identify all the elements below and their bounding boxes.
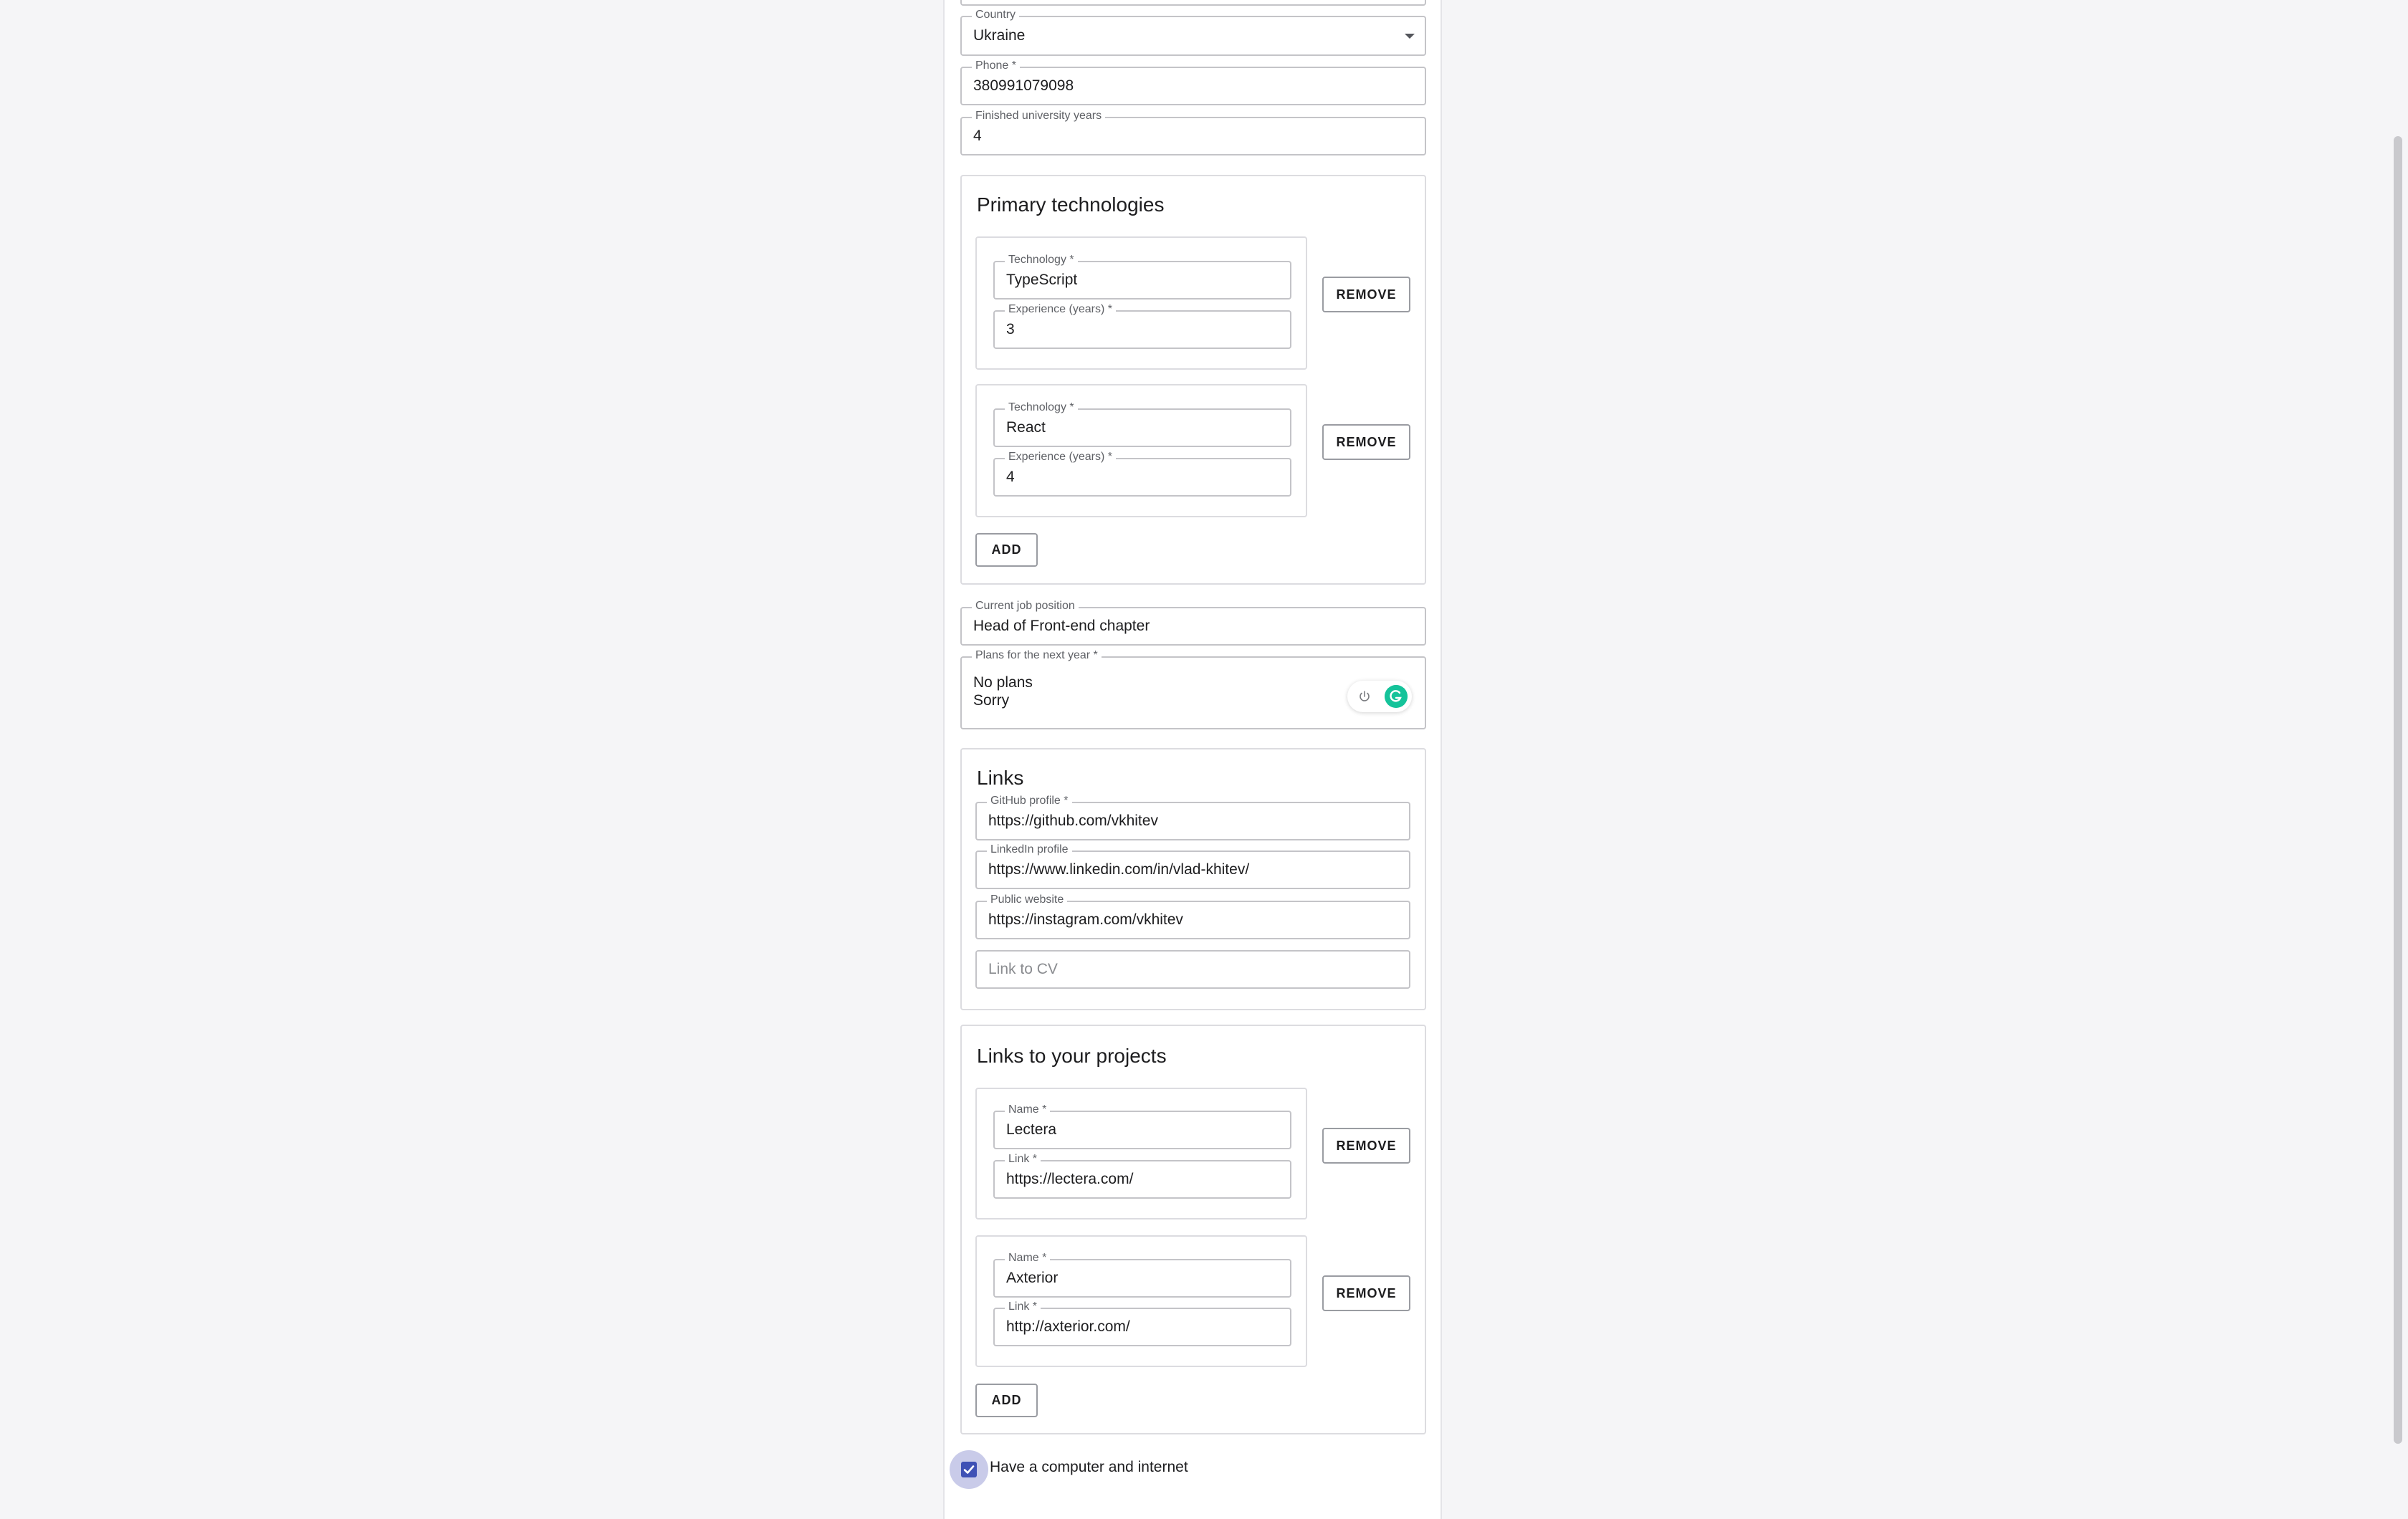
remove-technology-button[interactable]: REMOVE [1322, 277, 1410, 312]
linkedin-value: https://www.linkedin.com/in/vlad-khitev/ [988, 861, 1250, 878]
previous-field[interactable] [960, 0, 1426, 6]
project-name-value: Axterior [1006, 1270, 1059, 1286]
projects-section [960, 1025, 1426, 1434]
experience-value: 3 [1006, 321, 1015, 337]
country-select[interactable]: Country Ukraine [960, 9, 1426, 56]
add-project-button[interactable]: ADD [975, 1384, 1038, 1417]
website-value: https://instagram.com/vkhitev [988, 911, 1183, 928]
github-field[interactable]: GitHub profile * https://github.com/vkhi… [975, 795, 1410, 840]
website-field[interactable]: Public website https://instagram.com/vkh… [975, 893, 1410, 939]
project-link-value: https://lectera.com/ [1006, 1171, 1134, 1187]
current-job-value: Head of Front-end chapter [973, 618, 1150, 634]
plans-label: Plans for the next year * [972, 649, 1102, 662]
technology-value: React [1006, 419, 1046, 436]
project-link-field[interactable]: Link * https://lectera.com/ [993, 1153, 1291, 1199]
technology-field[interactable]: Technology * TypeScript [993, 254, 1291, 300]
remove-technology-button[interactable]: REMOVE [1322, 424, 1410, 460]
chevron-down-icon[interactable] [1405, 34, 1415, 39]
technology-field[interactable]: Technology * React [993, 401, 1291, 447]
experience-label: Experience (years) * [1005, 451, 1116, 464]
experience-value: 4 [1006, 469, 1015, 485]
add-technology-button[interactable]: ADD [975, 533, 1038, 567]
links-title: Links [977, 767, 1024, 789]
grammarly-widget[interactable] [1347, 681, 1412, 712]
cv-field[interactable]: Link to CV [975, 950, 1410, 989]
cv-placeholder: Link to CV [988, 961, 1058, 977]
power-icon[interactable] [1357, 689, 1372, 704]
linkedin-field[interactable]: LinkedIn profile https://www.linkedin.co… [975, 843, 1410, 889]
primary-technologies-title: Primary technologies [977, 193, 1165, 216]
experience-field[interactable]: Experience (years) * 4 [993, 451, 1291, 497]
experience-label: Experience (years) * [1005, 303, 1116, 316]
github-value: https://github.com/vkhitev [988, 813, 1158, 829]
experience-field[interactable]: Experience (years) * 3 [993, 303, 1291, 349]
current-job-field[interactable]: Current job position Head of Front-end c… [960, 600, 1426, 646]
technology-value: TypeScript [1006, 272, 1078, 288]
remove-project-button[interactable]: REMOVE [1322, 1275, 1410, 1311]
remove-project-button[interactable]: REMOVE [1322, 1128, 1410, 1164]
university-years-label: Finished university years [972, 110, 1106, 123]
computer-checkbox-label: Have a computer and internet [990, 1459, 1188, 1475]
computer-checkbox[interactable] [961, 1462, 977, 1477]
project-link-value: http://axterior.com/ [1006, 1318, 1130, 1335]
country-value: Ukraine [973, 27, 1026, 44]
university-years-value: 4 [973, 128, 982, 144]
phone-value: 380991079098 [973, 77, 1074, 94]
plans-text: No plans Sorry [973, 674, 1033, 709]
plans-line: No plans [973, 674, 1033, 691]
grammarly-icon[interactable] [1385, 685, 1408, 708]
project-link-field[interactable]: Link * http://axterior.com/ [993, 1300, 1291, 1346]
plans-line: Sorry [973, 692, 1010, 709]
university-years-field[interactable]: Finished university years 4 [960, 110, 1426, 155]
phone-field[interactable]: Phone * 380991079098 [960, 59, 1426, 105]
project-name-field[interactable]: Name * Axterior [993, 1252, 1291, 1298]
project-name-field[interactable]: Name * Lectera [993, 1103, 1291, 1149]
scrollbar-thumb[interactable] [2394, 136, 2402, 1444]
plans-textarea[interactable]: Plans for the next year * No plans Sorry [960, 649, 1426, 729]
projects-title: Links to your projects [977, 1045, 1167, 1067]
check-icon [963, 1465, 975, 1474]
project-name-value: Lectera [1006, 1121, 1057, 1138]
